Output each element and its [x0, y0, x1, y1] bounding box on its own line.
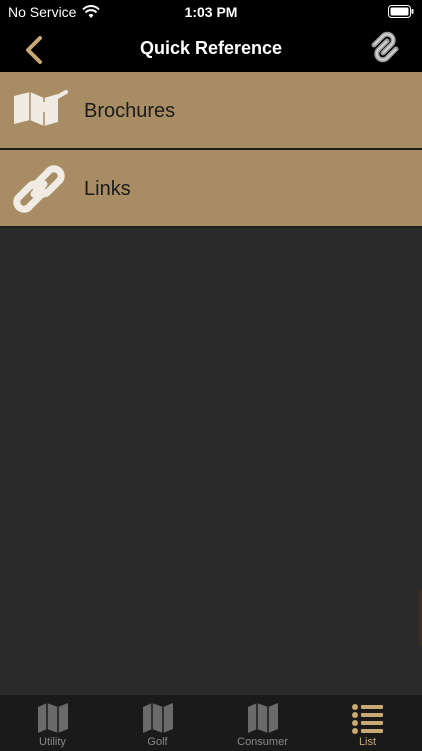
map-icon — [248, 703, 278, 733]
chain-logo-icon[interactable] — [366, 28, 404, 66]
battery-icon — [388, 5, 414, 18]
tab-golf[interactable]: Golf — [105, 695, 210, 751]
map-icon — [14, 90, 68, 126]
tab-label: Golf — [147, 736, 168, 748]
list-icon — [352, 704, 383, 734]
list-item-label: Links — [84, 178, 131, 200]
tab-label: Utility — [39, 736, 66, 748]
tab-utility[interactable]: Utility — [0, 695, 105, 751]
list-item-links[interactable]: Links — [0, 150, 422, 228]
scroll-indicator — [418, 590, 422, 646]
status-bar: No Service 1:03 PM — [0, 0, 422, 26]
tab-list[interactable]: List — [315, 695, 420, 751]
link-icon — [13, 165, 65, 213]
map-icon — [38, 703, 68, 733]
page-title: Quick Reference — [139, 38, 283, 58]
tab-label: Consumer — [237, 736, 288, 748]
tab-bar: Utility Golf Consumer List — [0, 694, 422, 751]
status-time: 1:03 PM — [184, 4, 238, 20]
list-item-label: Brochures — [84, 100, 176, 122]
nav-bar: Quick Reference — [0, 26, 422, 72]
tab-consumer[interactable]: Consumer — [210, 695, 315, 751]
list-item-brochures[interactable]: Brochures — [0, 72, 422, 150]
quick-reference-list: Brochures Links — [0, 72, 422, 228]
map-icon — [143, 703, 173, 733]
tab-label: List — [358, 736, 377, 748]
